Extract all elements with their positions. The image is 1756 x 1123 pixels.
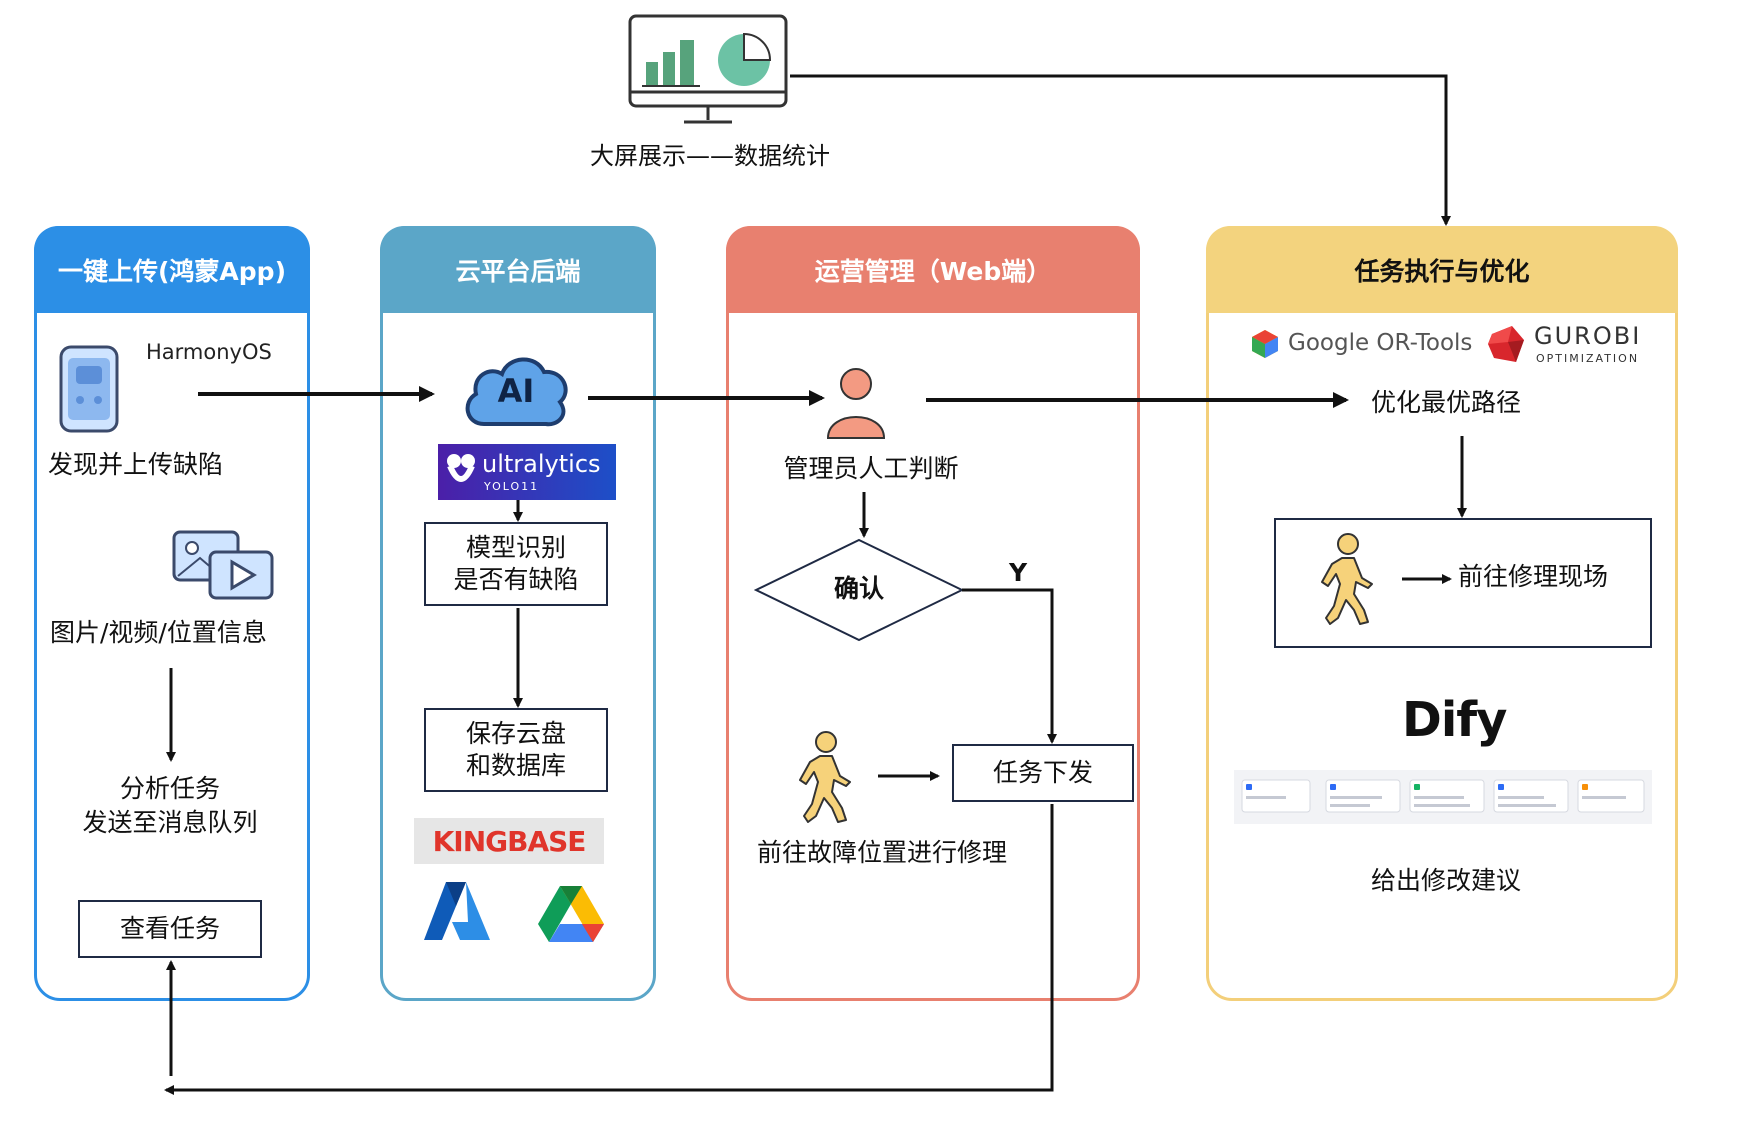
gurobi-text: GUROBI <box>1534 322 1642 350</box>
model-detect-line2: 是否有缺陷 <box>453 565 579 594</box>
analyze-task-line1: 分析任务 <box>119 774 220 803</box>
google-ortools-text: Google OR-Tools <box>1288 330 1473 356</box>
discover-upload-text: 发现并上传缺陷 <box>48 450 224 479</box>
kingbase-text: KINGBASE <box>432 824 587 858</box>
yes-label: Y <box>1008 558 1028 587</box>
admin-person-icon <box>824 366 888 440</box>
walking-person-icon <box>796 730 854 824</box>
dify-workflow-preview <box>1234 770 1652 824</box>
save-storage-line2: 和数据库 <box>465 751 566 780</box>
phone-icon <box>58 344 120 434</box>
ai-label: AI <box>497 372 535 410</box>
media-info-text: 图片/视频/位置信息 <box>50 618 267 647</box>
save-storage-line1: 保存云盘 <box>465 719 566 748</box>
go-repair-text: 前往故障位置进行修理 <box>756 838 1007 867</box>
analyze-task-line2: 发送至消息队列 <box>82 808 258 837</box>
azure-icon <box>422 880 492 942</box>
ultralytics-name: ultralytics <box>482 450 601 478</box>
view-task-box: 查看任务 <box>78 900 262 958</box>
gurobi-sub-text: OPTIMIZATION <box>1536 352 1640 365</box>
dify-logo: Dify <box>1402 692 1507 748</box>
monitor-caption: 大屏展示——数据统计 <box>590 142 830 170</box>
ai-cloud-icon: AI <box>460 350 572 428</box>
image-video-icon <box>170 528 276 602</box>
admin-judge-text: 管理员人工判断 <box>783 454 959 483</box>
model-detect-box: 模型识别 是否有缺陷 <box>424 522 608 606</box>
save-storage-box: 保存云盘 和数据库 <box>424 708 608 792</box>
google-ortools-icon <box>1250 328 1280 360</box>
lane-task-execution-title: 任务执行与优化 <box>1206 226 1678 313</box>
google-drive-icon <box>538 884 604 942</box>
ultralytics-sub: YOLO11 <box>484 480 540 493</box>
go-site-text: 前往修理现场 <box>1458 562 1609 591</box>
dashboard-monitor-icon <box>628 14 788 126</box>
lane-cloud-backend-title: 云平台后端 <box>380 226 656 313</box>
kingbase-logo: KINGBASE <box>414 818 604 864</box>
gurobi-icon <box>1486 324 1526 364</box>
walking-person-icon-2 <box>1318 532 1376 626</box>
confirm-text: 确认 <box>833 574 884 603</box>
optimize-route-text: 优化最优路径 <box>1370 388 1521 417</box>
dispatch-task-box: 任务下发 <box>952 744 1134 802</box>
lane-operations-web-title: 运营管理（Web端） <box>726 226 1140 313</box>
harmonyos-logo: HarmonyOS <box>146 340 272 364</box>
dify-text: Dify <box>1402 692 1507 748</box>
lane-upload-app-title: 一键上传(鸿蒙App) <box>34 226 310 313</box>
ultralytics-logo: ultralytics YOLO11 <box>438 444 616 500</box>
model-detect-line1: 模型识别 <box>465 533 566 562</box>
arrow-monitor-to-execution <box>790 74 1451 226</box>
suggest-text: 给出修改建议 <box>1370 866 1521 895</box>
